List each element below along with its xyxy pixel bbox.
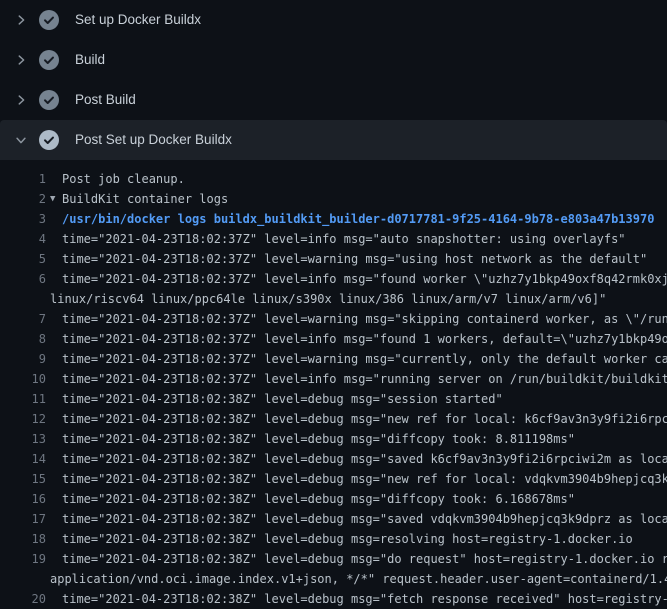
log-text: time="2021-04-23T18:02:37Z" level=info m… xyxy=(62,369,667,389)
chevron-right-icon xyxy=(13,12,29,28)
line-number[interactable]: 8 xyxy=(0,329,46,349)
group-collapse-triangle-icon[interactable]: ▼ xyxy=(50,189,62,209)
log-text: time="2021-04-23T18:02:37Z" level=info m… xyxy=(62,229,626,249)
line-number[interactable]: 6 xyxy=(0,269,46,289)
log-text: time="2021-04-23T18:02:38Z" level=debug … xyxy=(62,509,667,529)
log-line: 18 time="2021-04-23T18:02:38Z" level=debu… xyxy=(0,529,667,549)
log-group-label[interactable]: BuildKit container logs xyxy=(62,189,228,209)
line-number[interactable]: 13 xyxy=(0,429,46,449)
line-number[interactable]: 16 xyxy=(0,489,46,509)
log-command-text: /usr/bin/docker logs buildx_buildkit_bui… xyxy=(62,209,654,229)
log-line: 14 time="2021-04-23T18:02:38Z" level=debu… xyxy=(0,449,667,469)
log-text: time="2021-04-23T18:02:37Z" level=info m… xyxy=(62,269,667,289)
line-number[interactable]: 3 xyxy=(0,209,46,229)
log-text: time="2021-04-23T18:02:38Z" level=debug … xyxy=(62,429,575,449)
log-line: 12 time="2021-04-23T18:02:38Z" level=debu… xyxy=(0,409,667,429)
log-line: 20 time="2021-04-23T18:02:38Z" level=debu… xyxy=(0,589,667,609)
line-number[interactable]: 11 xyxy=(0,389,46,409)
line-number[interactable]: 20 xyxy=(0,589,46,609)
step-row-post-build[interactable]: Post Build xyxy=(0,80,667,120)
log-line: 15 time="2021-04-23T18:02:38Z" level=debu… xyxy=(0,469,667,489)
log-text: time="2021-04-23T18:02:38Z" level=debug … xyxy=(62,549,667,569)
log-line: 4 time="2021-04-23T18:02:37Z" level=info … xyxy=(0,229,667,249)
log-text: linux/riscv64 linux/ppc64le linux/s390x … xyxy=(50,289,606,309)
steps-list: Set up Docker Buildx Build Post Build Po… xyxy=(0,0,667,160)
log-line: 2▼BuildKit container logs xyxy=(0,189,667,209)
log-text: time="2021-04-23T18:02:38Z" level=debug … xyxy=(62,489,575,509)
step-row-post-set-up-docker-buildx[interactable]: Post Set up Docker Buildx xyxy=(0,120,667,160)
step-row-build[interactable]: Build xyxy=(0,40,667,80)
chevron-down-icon xyxy=(13,132,29,148)
line-number[interactable]: 2 xyxy=(0,189,46,209)
chevron-right-icon xyxy=(13,52,29,68)
line-number[interactable]: 5 xyxy=(0,249,46,269)
step-label: Set up Docker Buildx xyxy=(75,10,201,30)
line-number[interactable]: 15 xyxy=(0,469,46,489)
log-text: time="2021-04-23T18:02:38Z" level=debug … xyxy=(62,529,633,549)
log-line: 19 time="2021-04-23T18:02:38Z" level=debu… xyxy=(0,549,667,569)
log-line-continuation: linux/riscv64 linux/ppc64le linux/s390x … xyxy=(0,289,667,309)
line-number[interactable]: 4 xyxy=(0,229,46,249)
step-label: Build xyxy=(75,50,105,70)
line-number[interactable]: 19 xyxy=(0,549,46,569)
chevron-right-icon xyxy=(13,92,29,108)
log-area: 1Post job cleanup.2▼BuildKit container l… xyxy=(0,160,667,609)
log-text: time="2021-04-23T18:02:38Z" level=debug … xyxy=(62,389,503,409)
log-line: 8 time="2021-04-23T18:02:37Z" level=info … xyxy=(0,329,667,349)
step-row-set-up-docker-buildx[interactable]: Set up Docker Buildx xyxy=(0,0,667,40)
log-text: time="2021-04-23T18:02:37Z" level=warnin… xyxy=(62,249,647,269)
log-text: time="2021-04-23T18:02:38Z" level=debug … xyxy=(62,469,667,489)
log-line: 16 time="2021-04-23T18:02:38Z" level=debu… xyxy=(0,489,667,509)
log-line-continuation: application/vnd.oci.image.index.v1+json,… xyxy=(0,569,667,589)
log-line: 13 time="2021-04-23T18:02:38Z" level=debu… xyxy=(0,429,667,449)
check-circle-icon xyxy=(39,130,59,150)
log-text: time="2021-04-23T18:02:38Z" level=debug … xyxy=(62,589,667,609)
log-text: Post job cleanup. xyxy=(62,169,185,189)
log-line: 9 time="2021-04-23T18:02:37Z" level=warni… xyxy=(0,349,667,369)
step-label: Post Set up Docker Buildx xyxy=(75,130,232,150)
line-number[interactable]: 18 xyxy=(0,529,46,549)
line-number[interactable]: 9 xyxy=(0,349,46,369)
log-line: 10 time="2021-04-23T18:02:37Z" level=info… xyxy=(0,369,667,389)
line-number xyxy=(0,289,46,309)
line-number[interactable]: 12 xyxy=(0,409,46,429)
line-number[interactable]: 7 xyxy=(0,309,46,329)
log-text: time="2021-04-23T18:02:38Z" level=debug … xyxy=(62,449,667,469)
line-number[interactable]: 14 xyxy=(0,449,46,469)
check-circle-icon xyxy=(39,10,59,30)
line-number[interactable]: 17 xyxy=(0,509,46,529)
step-label: Post Build xyxy=(75,90,136,110)
log-line: 17 time="2021-04-23T18:02:38Z" level=debu… xyxy=(0,509,667,529)
log-line: 6 time="2021-04-23T18:02:37Z" level=info … xyxy=(0,269,667,289)
line-number xyxy=(0,569,46,589)
check-circle-icon xyxy=(39,50,59,70)
log-text: application/vnd.oci.image.index.v1+json,… xyxy=(50,569,667,589)
log-line: 7 time="2021-04-23T18:02:37Z" level=warni… xyxy=(0,309,667,329)
log-text: time="2021-04-23T18:02:37Z" level=info m… xyxy=(62,329,667,349)
log-line: 1 Post job cleanup. xyxy=(0,169,667,189)
log-text: time="2021-04-23T18:02:37Z" level=warnin… xyxy=(62,309,667,329)
log-line: 3/usr/bin/docker logs buildx_buildkit_bu… xyxy=(0,209,667,229)
log-text: time="2021-04-23T18:02:38Z" level=debug … xyxy=(62,409,667,429)
check-circle-icon xyxy=(39,90,59,110)
line-number[interactable]: 1 xyxy=(0,169,46,189)
log-line: 11 time="2021-04-23T18:02:38Z" level=debu… xyxy=(0,389,667,409)
line-number[interactable]: 10 xyxy=(0,369,46,389)
log-line: 5 time="2021-04-23T18:02:37Z" level=warni… xyxy=(0,249,667,269)
log-text: time="2021-04-23T18:02:37Z" level=warnin… xyxy=(62,349,667,369)
